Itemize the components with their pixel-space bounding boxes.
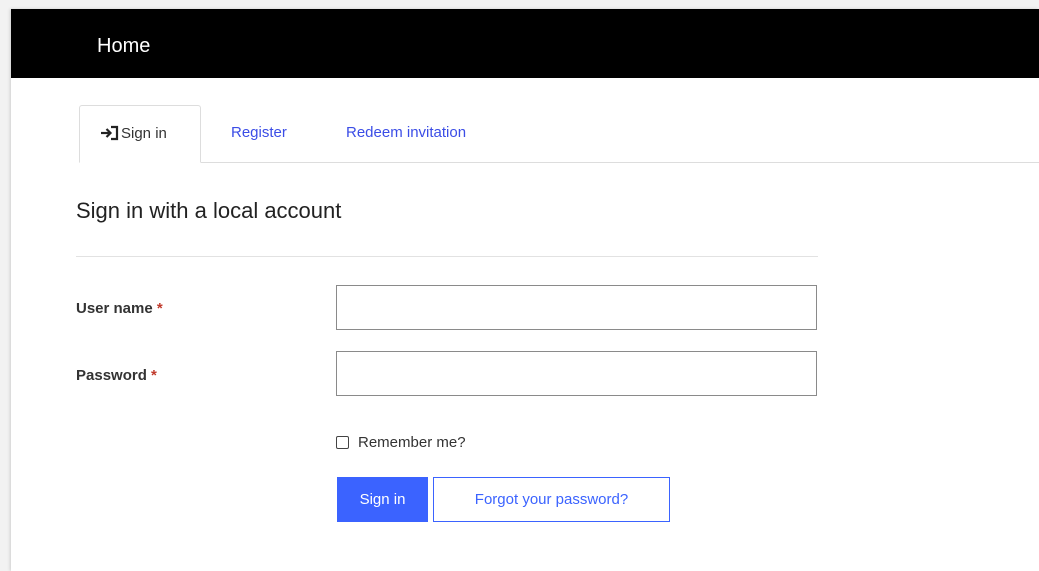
username-label: User name * <box>76 299 163 319</box>
password-label-text: Password <box>76 367 147 384</box>
tab-register[interactable]: Register <box>231 105 287 161</box>
remember-me[interactable]: Remember me? <box>336 431 466 453</box>
username-input[interactable] <box>336 285 817 330</box>
remember-me-label: Remember me? <box>358 433 466 451</box>
sign-in-button[interactable]: Sign in <box>337 477 428 522</box>
forgot-password-button[interactable]: Forgot your password? <box>433 477 670 522</box>
required-marker: * <box>156 300 163 317</box>
password-label: Password * <box>76 366 157 386</box>
divider <box>76 256 818 257</box>
tab-sign-in[interactable]: Sign in <box>79 105 201 163</box>
password-input[interactable] <box>336 351 817 396</box>
sign-in-icon <box>101 125 119 140</box>
auth-tabs: Sign in Register Redeem invitation <box>79 105 1039 163</box>
page-title: Sign in with a local account <box>76 198 342 223</box>
username-label-text: User name <box>76 300 153 317</box>
home-link[interactable]: Home <box>97 33 150 59</box>
tab-redeem-invitation[interactable]: Redeem invitation <box>346 105 466 161</box>
required-marker: * <box>151 367 157 384</box>
tab-sign-in-label: Sign in <box>121 125 167 142</box>
remember-me-checkbox[interactable] <box>336 435 349 449</box>
browser-viewport: Home Sign in Register Redeem invitation … <box>0 0 1039 571</box>
page: Home Sign in Register Redeem invitation … <box>11 9 1039 571</box>
top-navbar: Home <box>11 9 1039 78</box>
